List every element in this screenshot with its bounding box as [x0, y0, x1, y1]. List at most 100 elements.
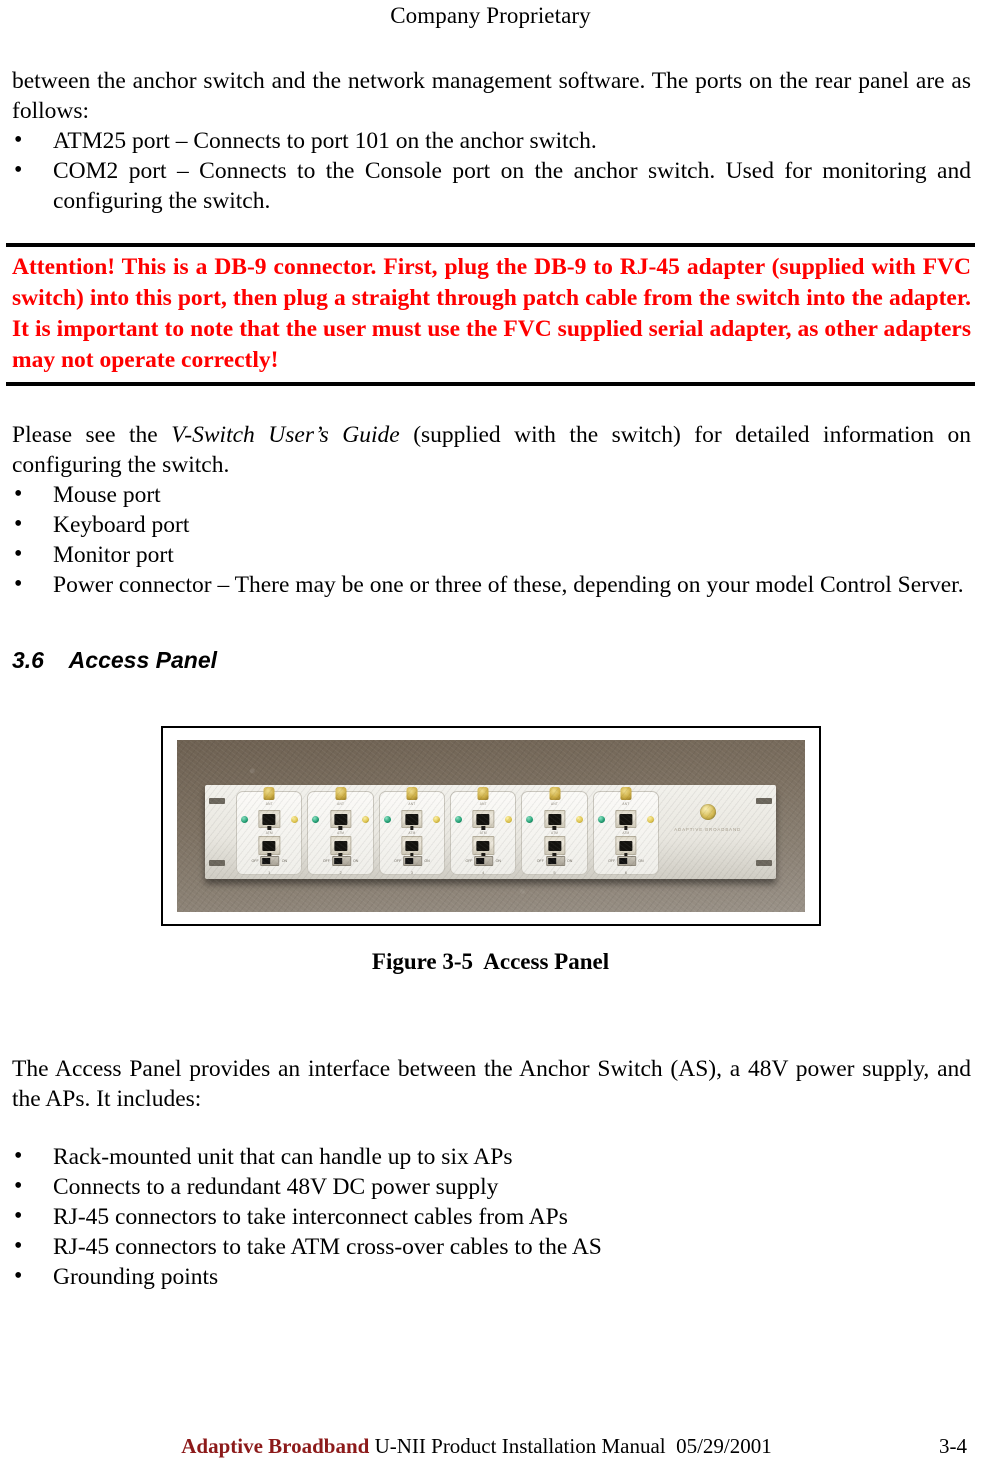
panel-module: ANT ATM AP OFF ON 3: [378, 787, 446, 875]
jack-top-label: ATM: [265, 830, 273, 835]
sma-connector-icon: [477, 787, 489, 801]
attention-text: Attention! This is a DB-9 connector. Fir…: [12, 254, 971, 373]
yellow-led-icon: [504, 815, 512, 823]
power-toggle-switch: OFF ON: [251, 856, 287, 867]
green-led-icon: [454, 815, 462, 823]
jack-top-label: ATM: [337, 830, 345, 835]
list-item: RJ-45 connectors to take ATM cross-over …: [6, 1231, 975, 1262]
green-led-icon: [312, 815, 320, 823]
power-toggle-switch: OFF ON: [536, 856, 573, 867]
switch-off-label: OFF: [536, 859, 544, 864]
power-toggle-switch: OFF ON: [394, 856, 430, 867]
switch-on-label: ON: [638, 859, 644, 864]
toggle-icon: [332, 856, 352, 867]
antenna-label: ANT: [479, 802, 487, 807]
module-number: 5: [553, 869, 556, 875]
page-header: Company Proprietary: [390, 3, 591, 28]
switch-on-label: ON: [424, 859, 430, 864]
switch-on-label: ON: [353, 859, 359, 864]
figure-border-box: ANT ATM AP OFF ON 1: [160, 726, 821, 926]
jack-top-label: ATM: [408, 830, 416, 835]
list-item: Keyboard port: [6, 509, 975, 540]
power-toggle-switch: OFF ON: [322, 856, 359, 867]
module-row: ANT ATM AP OFF ON 1: [236, 787, 659, 875]
switch-off-label: OFF: [394, 859, 402, 864]
rj45-jack-icon: [543, 810, 566, 831]
panel-branding: ADAPTIVE BROADBAND: [659, 798, 756, 864]
jack-top-label: ATM: [479, 830, 487, 835]
switch-on-label: ON: [495, 859, 502, 864]
list-item: Monitor port: [6, 539, 975, 570]
green-led-icon: [383, 815, 391, 823]
list-item: COM2 port – Connects to the Console port…: [6, 155, 975, 216]
guide-title-italic: V-Switch User’s Guide: [171, 422, 400, 448]
jack-top-label: ATM: [622, 830, 630, 835]
rack-panel: ANT ATM AP OFF ON 1: [204, 784, 777, 880]
rj45-jack-icon: [258, 810, 280, 831]
rj45-jack-icon: [329, 810, 352, 831]
footer-doc-title: U-NII Product Installation Manual 05/29/…: [369, 1434, 772, 1458]
toggle-icon: [260, 856, 280, 867]
body-paragraph: The Access Panel provides an interface b…: [12, 1056, 971, 1112]
list-item: Mouse port: [6, 479, 975, 510]
switch-off-label: OFF: [251, 859, 259, 864]
module-number: 6: [624, 869, 627, 875]
page-footer: Adaptive Broadband U-NII Product Install…: [0, 1433, 981, 1459]
figure-caption: Figure 3-5 Access Panel: [371, 949, 610, 974]
sma-connector-icon: [335, 787, 347, 801]
rj45-jack-icon: [401, 810, 423, 831]
yellow-led-icon: [575, 815, 583, 823]
panel-module: ANT ATM AP OFF ON 1: [236, 787, 303, 875]
sma-connector-icon: [263, 787, 275, 801]
toggle-icon: [403, 856, 423, 867]
antenna-label: ANT: [408, 802, 416, 807]
switch-on-label: ON: [566, 859, 573, 864]
figure-access-panel: ANT ATM AP OFF ON 1: [160, 726, 821, 976]
rj45-jack-icon: [615, 836, 637, 857]
jack-top-label: ATM: [551, 830, 559, 835]
toggle-icon: [617, 856, 637, 867]
module-number: 2: [339, 869, 342, 875]
antenna-label: ANT: [551, 802, 559, 807]
guide-paragraph: Please see the V-Switch User’s Guide (su…: [6, 420, 975, 480]
document-page: Company Proprietary between the anchor s…: [0, 0, 981, 1465]
rj45-jack-icon: [472, 810, 494, 831]
toggle-icon: [545, 856, 565, 867]
switch-off-label: OFF: [608, 859, 616, 864]
antenna-label: ANT: [337, 802, 345, 807]
guide-lead-before: Please see the: [12, 422, 172, 448]
intro-bullet-list: ATM25 port – Connects to port 101 on the…: [6, 125, 975, 216]
rj45-jack-icon: [258, 836, 280, 857]
list-item: Rack-mounted unit that can handle up to …: [6, 1141, 975, 1172]
antenna-label: ANT: [265, 802, 273, 807]
rack-ear-icon: [756, 797, 773, 804]
access-panel-photo: ANT ATM AP OFF ON 1: [176, 740, 805, 912]
panel-module: ANT ATM AP OFF ON 4: [450, 787, 517, 875]
company-logo-icon: [699, 803, 716, 820]
power-toggle-switch: OFF ON: [465, 856, 502, 867]
body-bullet-list: Rack-mounted unit that can handle up to …: [6, 1141, 975, 1292]
sma-connector-icon: [620, 787, 632, 801]
rj45-jack-icon: [615, 810, 637, 831]
rack-ear-icon: [208, 797, 225, 804]
green-led-icon: [526, 815, 534, 823]
rj45-jack-icon: [401, 836, 423, 857]
sma-connector-icon: [406, 787, 418, 801]
guide-bullet-list: Mouse port Keyboard port Monitor port Po…: [6, 479, 975, 600]
yellow-led-icon: [290, 815, 298, 823]
toggle-icon: [474, 856, 494, 867]
switch-off-label: OFF: [465, 859, 473, 864]
rack-ear-icon: [756, 860, 773, 867]
rack-ear-icon: [208, 860, 225, 867]
rj45-jack-icon: [472, 836, 494, 857]
switch-off-label: OFF: [322, 859, 331, 864]
attention-callout: Attention! This is a DB-9 connector. Fir…: [6, 243, 975, 386]
panel-module: ANT ATM AP OFF ON 2: [307, 787, 374, 875]
yellow-led-icon: [433, 815, 441, 823]
list-item: Connects to a redundant 48V DC power sup…: [6, 1171, 975, 1202]
list-item: Power connector – There may be one or th…: [6, 569, 975, 600]
rj45-jack-icon: [329, 836, 352, 857]
intro-paragraph: between the anchor switch and the networ…: [12, 68, 971, 124]
power-toggle-switch: OFF ON: [608, 856, 644, 867]
footer-brand: Adaptive Broadband: [181, 1434, 370, 1458]
